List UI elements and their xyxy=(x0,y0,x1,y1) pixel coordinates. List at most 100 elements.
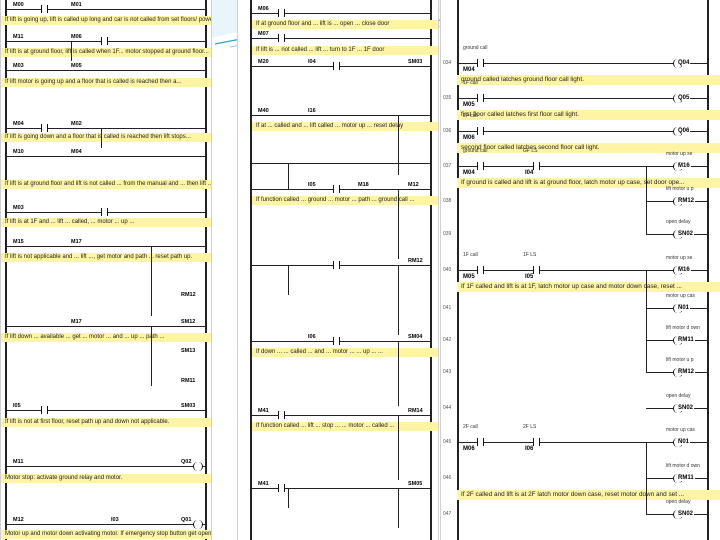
rung-number: 045 xyxy=(443,439,452,445)
contact-address[interactable]: M41 xyxy=(258,481,269,487)
contact-address[interactable]: M04 xyxy=(463,170,475,176)
contact-address[interactable]: M10 xyxy=(13,149,24,155)
contact-address[interactable]: I04 xyxy=(525,170,533,176)
ladder-panel-left[interactable]: If lift is going up, lift is called up l… xyxy=(0,0,212,540)
contact-symbol[interactable] xyxy=(278,484,285,492)
rung-comment: Motor up and motor down activating motor… xyxy=(1,530,211,539)
contact-address[interactable]: M05 xyxy=(463,102,475,108)
coil-address[interactable]: M16 xyxy=(677,267,691,273)
contact-address[interactable]: M04 xyxy=(463,67,475,73)
contact-address[interactable]: M03 xyxy=(13,63,24,69)
contact-address[interactable]: M12 xyxy=(13,517,24,523)
coil-address[interactable]: SN02 xyxy=(677,511,695,517)
contact-symbol[interactable] xyxy=(333,261,340,269)
coil-address[interactable]: Q04 xyxy=(677,60,691,66)
contact-address[interactable]: M06 xyxy=(258,6,269,12)
contact-symbol[interactable] xyxy=(333,185,340,193)
ladder-panel-right[interactable]: 034 ground call M04 Q04 ground called latche… xyxy=(440,0,720,540)
contact-address[interactable]: M04 xyxy=(71,149,82,155)
coil-address[interactable]: SM03 xyxy=(408,59,422,65)
contact-address[interactable]: I05 xyxy=(13,403,21,409)
contact-address[interactable]: M06 xyxy=(71,34,82,40)
coil-address[interactable]: Q02 xyxy=(181,459,191,465)
contact-address[interactable]: M17 xyxy=(71,319,82,325)
coil-address[interactable]: RM12 xyxy=(408,258,423,264)
coil-address[interactable]: SN02 xyxy=(677,405,695,411)
contact-address[interactable]: M05 xyxy=(463,274,475,280)
contact-symbol[interactable] xyxy=(477,162,484,170)
coil-address[interactable]: Q06 xyxy=(677,128,691,134)
coil-address[interactable]: RM12 xyxy=(181,292,196,298)
contact-address[interactable]: M01 xyxy=(71,2,82,8)
contact-symbol[interactable] xyxy=(333,62,340,70)
coil-address[interactable]: Q01 xyxy=(181,517,191,523)
contact-address[interactable]: I05 xyxy=(525,274,533,280)
contact-address[interactable]: M17 xyxy=(71,239,82,245)
coil-address[interactable]: RM11 xyxy=(677,337,695,343)
contact-symbol[interactable] xyxy=(533,266,540,274)
contact-address[interactable]: M06 xyxy=(463,135,475,141)
contact-address[interactable]: M40 xyxy=(258,108,269,114)
coil-address[interactable]: RM12 xyxy=(677,198,696,204)
coil-address[interactable]: N01 xyxy=(677,439,691,445)
coil-address[interactable]: SM13 xyxy=(181,348,195,354)
contact-symbol[interactable] xyxy=(477,127,484,135)
coil-address[interactable]: SN02 xyxy=(677,231,695,237)
coil-address[interactable]: SM12 xyxy=(181,319,195,325)
coil-address[interactable]: Q05 xyxy=(677,95,691,101)
contact-address[interactable]: I06 xyxy=(525,446,533,452)
contact-address[interactable]: I03 xyxy=(111,517,119,523)
contact-address[interactable]: I06 xyxy=(308,334,316,340)
contact-address[interactable]: M20 xyxy=(258,59,269,65)
rung-comment: If lift is not at first floor, reset pat… xyxy=(1,418,211,427)
contact-address[interactable]: M00 xyxy=(13,2,24,8)
contact-symbol[interactable] xyxy=(41,124,48,132)
contact-symbol[interactable] xyxy=(533,438,540,446)
coil-address[interactable]: N01 xyxy=(677,305,691,311)
contact-symbol[interactable] xyxy=(278,411,285,419)
contact-address[interactable]: I16 xyxy=(308,108,316,114)
contact-address[interactable]: M02 xyxy=(71,121,82,127)
contact-symbol[interactable] xyxy=(477,59,484,67)
contact-address[interactable]: M15 xyxy=(13,239,24,245)
coil-address[interactable]: M12 xyxy=(408,182,419,188)
contact-address[interactable]: M41 xyxy=(258,408,269,414)
coil-address[interactable]: RM14 xyxy=(408,408,423,414)
contact-address[interactable]: M03 xyxy=(13,205,24,211)
contact-address[interactable]: M18 xyxy=(358,182,369,188)
rung-number: 042 xyxy=(443,337,452,343)
coil-address[interactable]: SM04 xyxy=(408,334,422,340)
contact-symbol[interactable] xyxy=(278,9,285,17)
contact-symbol[interactable] xyxy=(41,406,48,414)
coil-address[interactable]: SM05 xyxy=(408,481,422,487)
contact-address[interactable]: M06 xyxy=(463,446,475,452)
coil-address[interactable]: RM12 xyxy=(677,369,696,375)
coil-address[interactable]: M16 xyxy=(677,163,691,169)
coil-address[interactable]: SM03 xyxy=(181,403,195,409)
contact-symbol[interactable] xyxy=(533,162,540,170)
coil-symbol[interactable] xyxy=(193,462,203,471)
ladder-panel-middle[interactable]: If at ground floor and ... lift is ... o… xyxy=(237,0,439,540)
rung-comment: If lift motor is going up and a floor th… xyxy=(1,78,211,87)
contact-address[interactable]: M11 xyxy=(13,34,23,40)
coil-address[interactable]: RM11 xyxy=(181,378,195,384)
rung-comment: If lift is at ground floor, lift is call… xyxy=(1,48,211,57)
contact-address[interactable]: M11 xyxy=(13,459,23,465)
contact-symbol[interactable] xyxy=(278,34,285,42)
contact-address[interactable]: I05 xyxy=(308,182,316,188)
contact-symbol[interactable] xyxy=(101,37,108,45)
contact-address[interactable]: M05 xyxy=(71,63,82,69)
contact-symbol[interactable] xyxy=(333,337,340,345)
contact-symbol[interactable] xyxy=(477,266,484,274)
contact-address[interactable]: M07 xyxy=(258,31,269,37)
coil-symbol[interactable] xyxy=(193,520,203,529)
contact-address[interactable]: I04 xyxy=(308,59,316,65)
contact-label: 2F LS xyxy=(523,424,537,430)
power-rail-left xyxy=(250,0,252,540)
contact-address[interactable]: M04 xyxy=(13,121,24,127)
contact-symbol[interactable] xyxy=(477,438,484,446)
contact-symbol[interactable] xyxy=(41,5,48,13)
contact-symbol[interactable] xyxy=(101,208,108,216)
contact-symbol[interactable] xyxy=(477,94,484,102)
coil-address[interactable]: RM11 xyxy=(677,475,695,481)
